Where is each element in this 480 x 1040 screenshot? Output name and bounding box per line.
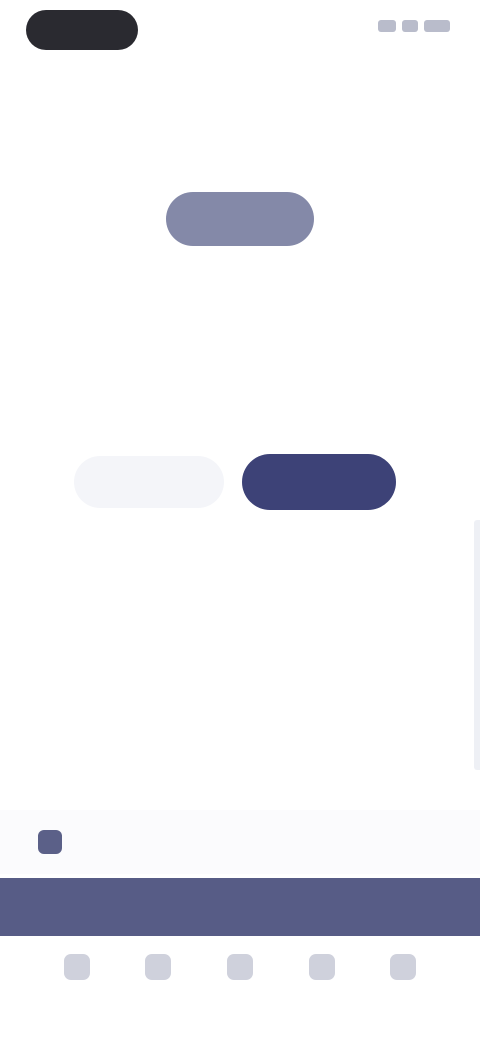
- tab-profile[interactable]: [373, 954, 433, 988]
- scrollbar[interactable]: [474, 520, 480, 770]
- status-time-pill: [26, 10, 138, 50]
- bottom-banner[interactable]: [0, 878, 480, 936]
- info-icon: [38, 830, 62, 854]
- hero-button[interactable]: [166, 192, 314, 246]
- list-icon: [145, 954, 172, 980]
- tab-chat[interactable]: [292, 954, 352, 988]
- tab-bar: [0, 936, 480, 1040]
- signal-icon: [378, 20, 396, 32]
- add-icon: [226, 954, 253, 980]
- profile-icon: [390, 954, 417, 980]
- battery-icon: [424, 20, 450, 32]
- segment-option-right[interactable]: [242, 454, 396, 510]
- chat-icon: [308, 954, 335, 980]
- tab-home[interactable]: [47, 954, 107, 988]
- status-bar: [0, 0, 480, 60]
- tab-add[interactable]: [210, 954, 270, 988]
- info-row[interactable]: [0, 810, 480, 874]
- wifi-icon: [402, 20, 418, 32]
- app-screen: [0, 0, 480, 1040]
- home-icon: [63, 954, 90, 980]
- segmented-control: [74, 452, 396, 510]
- segment-option-left[interactable]: [74, 456, 224, 508]
- tab-list[interactable]: [128, 954, 188, 988]
- status-indicators: [378, 20, 450, 32]
